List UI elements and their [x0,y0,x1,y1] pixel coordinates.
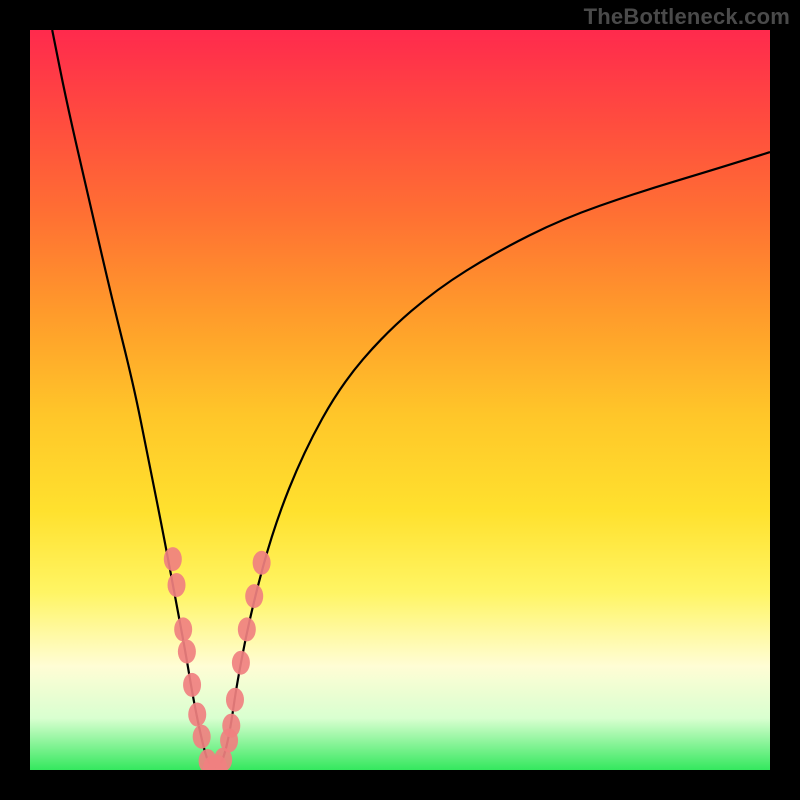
highlight-dot [174,617,192,641]
highlight-dot [232,651,250,675]
highlight-dot [238,617,256,641]
watermark-text: TheBottleneck.com [584,4,790,30]
highlight-dot [193,725,211,749]
chart-frame: TheBottleneck.com [0,0,800,800]
highlight-dot [222,714,240,738]
highlight-dot [183,673,201,697]
highlight-dot [245,584,263,608]
bottleneck-chart [30,30,770,770]
plot-area [30,30,770,770]
highlight-dot [188,703,206,727]
highlight-dot [253,551,271,575]
highlight-dot [168,573,186,597]
bottleneck-curve [52,30,770,767]
highlight-dot [164,547,182,571]
highlight-dot [226,688,244,712]
highlight-dot [178,640,196,664]
highlight-dots [164,547,271,770]
